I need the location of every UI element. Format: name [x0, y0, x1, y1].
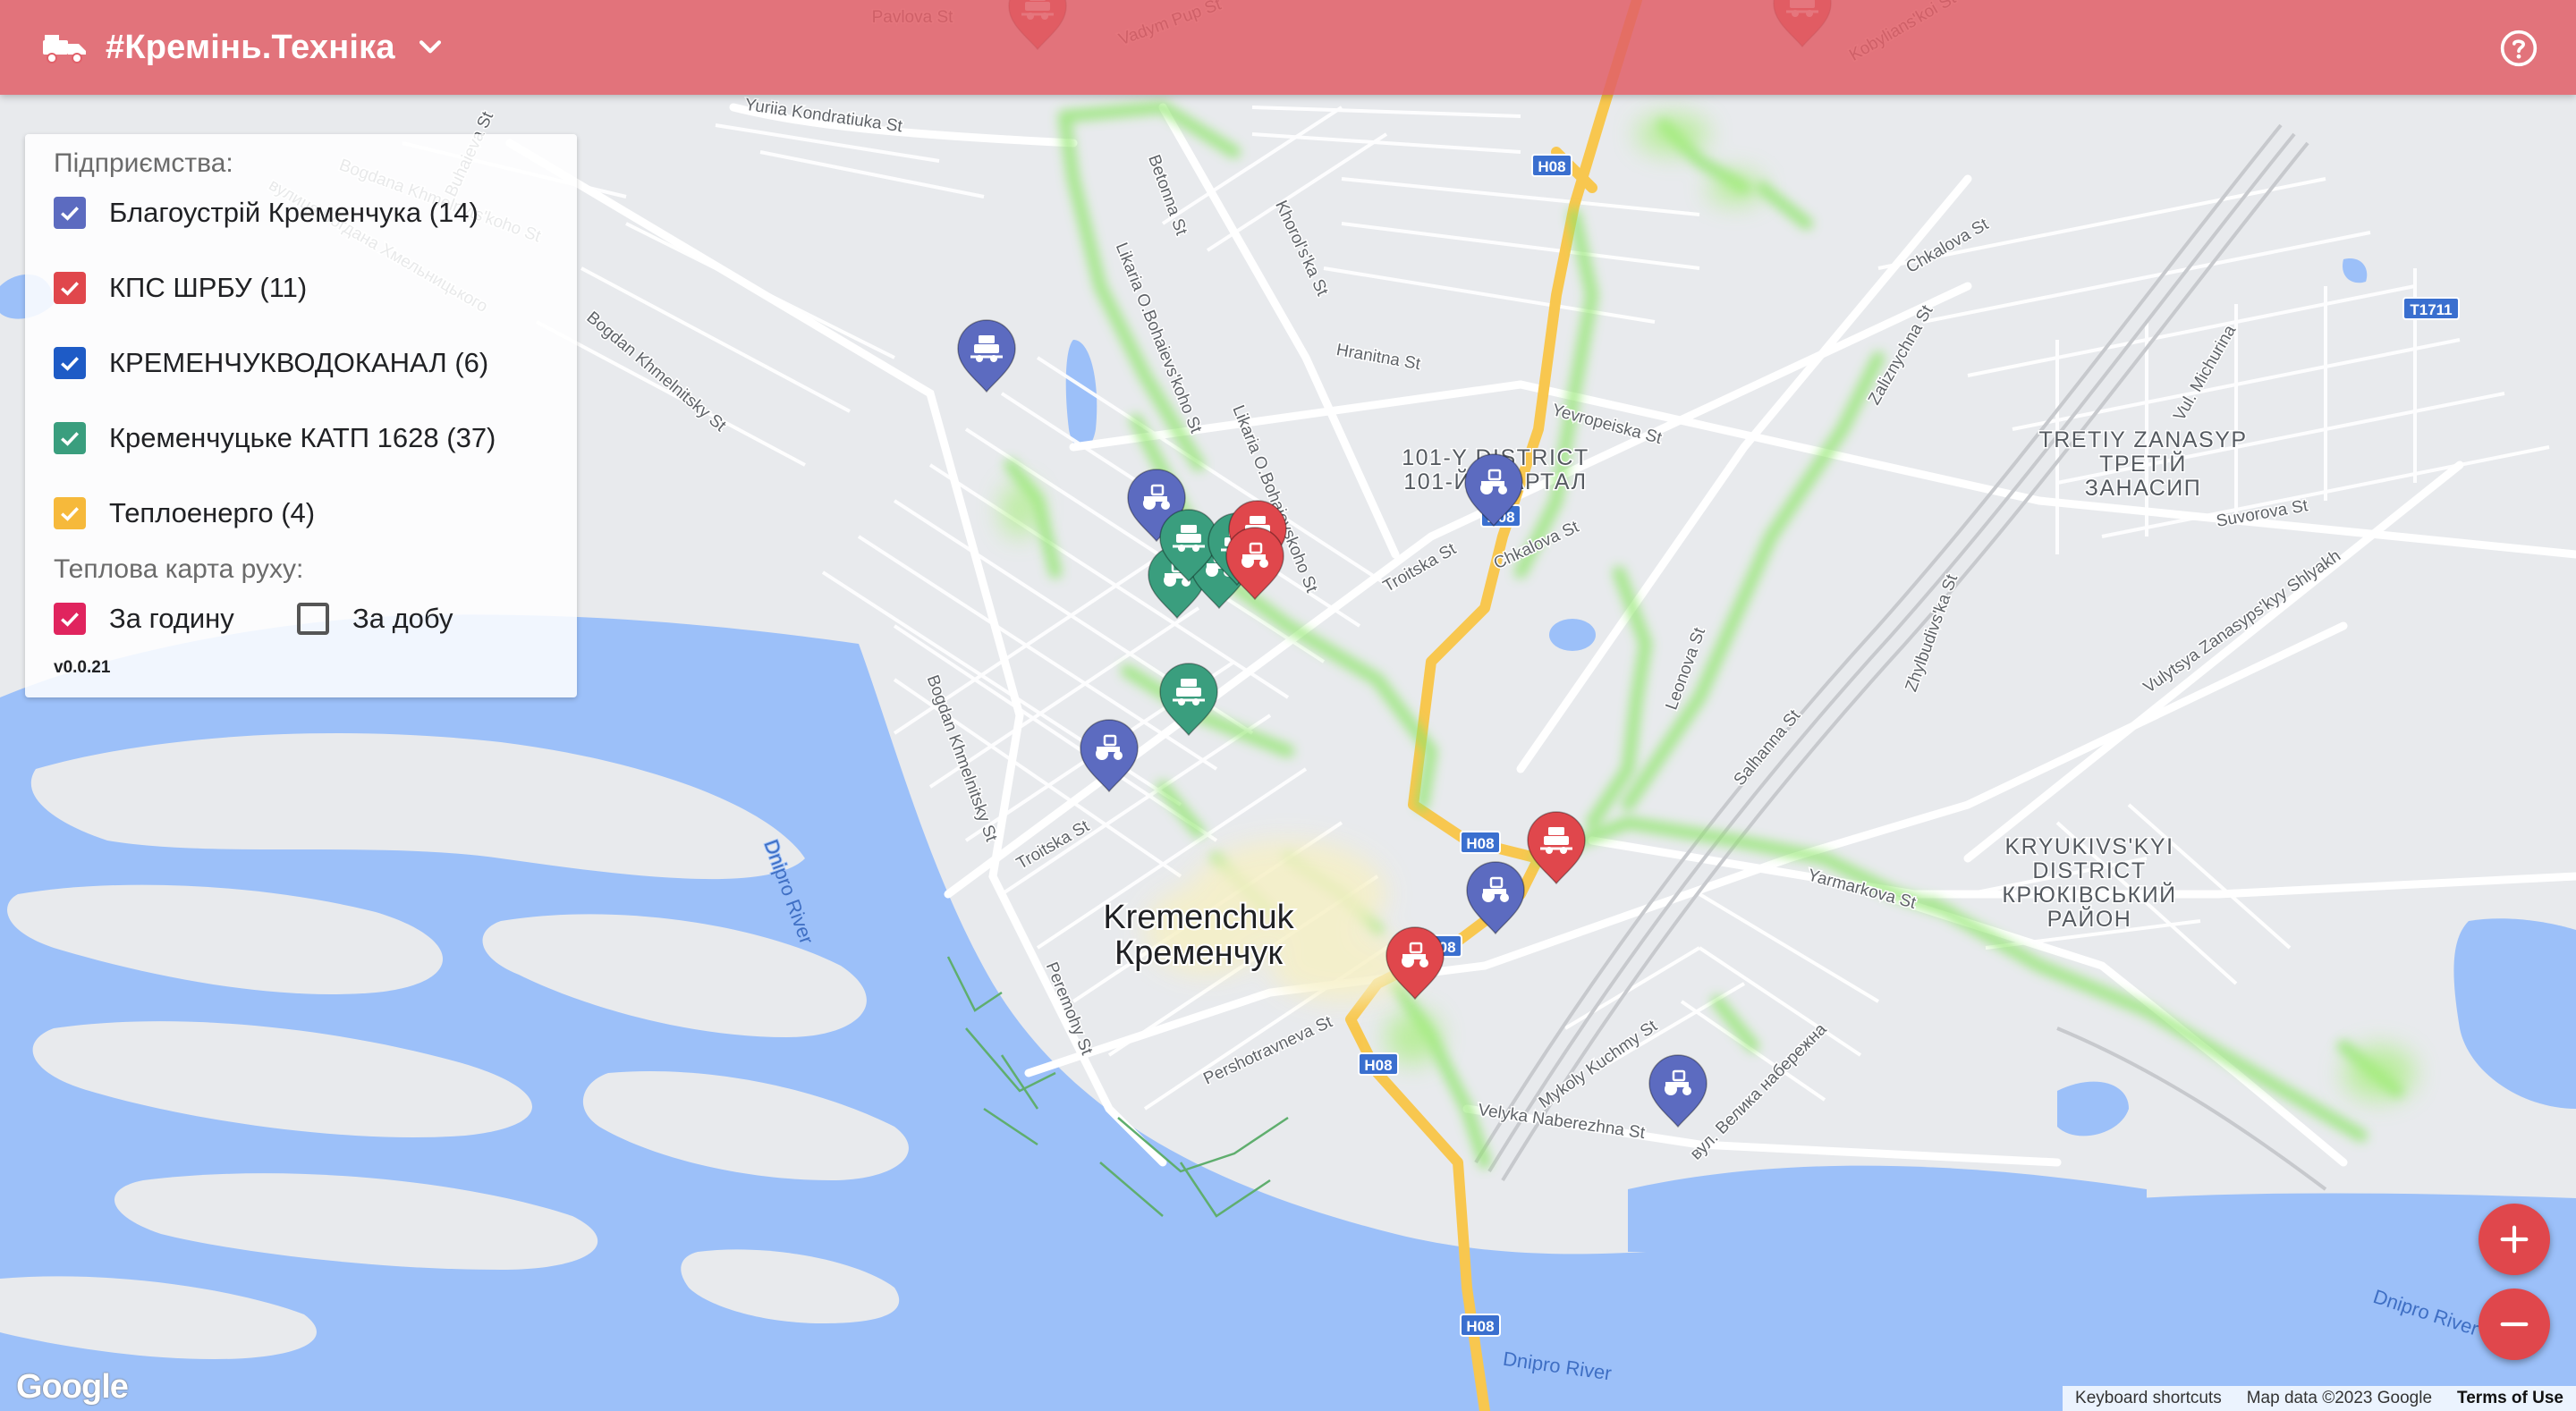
- svg-text:T1711: T1711: [2410, 301, 2452, 318]
- district-label: КРЮКІВСЬКИЙ: [2002, 881, 2176, 908]
- heatmap-day-option[interactable]: За добу: [297, 603, 453, 635]
- company-label: Кременчуцьке КАТП 1628 (37): [109, 422, 496, 453]
- app-title[interactable]: #Кремінь.Техніка: [106, 29, 395, 67]
- district-label: РАЙОН: [2047, 905, 2132, 932]
- check-icon: [61, 432, 80, 446]
- district-label: KRYUKIVS'KYI: [2004, 834, 2174, 859]
- heatmap-day-checkbox[interactable]: [297, 603, 329, 635]
- district-label: ТРЕТІЙ: [2099, 450, 2187, 477]
- heatmap-hour-label: За годину: [109, 603, 234, 634]
- truck-icon[interactable]: [41, 30, 88, 65]
- city-label: Кременчук: [1114, 934, 1283, 972]
- svg-text:H08: H08: [1466, 835, 1494, 852]
- company-label: Благоустрій Кременчука (14): [109, 197, 479, 228]
- company-option-vodokanal[interactable]: КРЕМЕНЧУКВОДОКАНАЛ (6): [54, 347, 488, 379]
- zoom-in-button[interactable]: [2479, 1204, 2550, 1275]
- district-label: ЗАНАСИП: [2085, 476, 2201, 501]
- minus-icon: [2500, 1322, 2529, 1327]
- heatmap-hour-checkbox[interactable]: [54, 603, 86, 635]
- svg-text:H08: H08: [1364, 1057, 1392, 1074]
- svg-text:H08: H08: [1538, 158, 1565, 175]
- keyboard-shortcuts-link[interactable]: Keyboard shortcuts: [2063, 1389, 2234, 1408]
- road-shield: H08: [1358, 1052, 1399, 1076]
- road-shield: H08: [1531, 154, 1572, 177]
- company-label: КРЕМЕНЧУКВОДОКАНАЛ (6): [109, 347, 489, 378]
- plus-icon: [2500, 1225, 2529, 1254]
- check-icon: [61, 507, 80, 521]
- check-icon: [61, 282, 80, 296]
- road-shield: H08: [1460, 831, 1501, 854]
- company-option-blahoustrii[interactable]: Благоустрій Кременчука (14): [54, 197, 479, 229]
- svg-text:H08: H08: [1466, 1318, 1494, 1335]
- district-label: DISTRICT: [2032, 858, 2146, 883]
- map-attribution: Keyboard shortcuts Map data ©2023 Google…: [2063, 1386, 2576, 1411]
- map-data-text: Map data ©2023 Google: [2246, 1389, 2433, 1407]
- company-label: КПС ШРБУ (11): [109, 272, 308, 303]
- district-label: TRETIY ZANASYP: [2038, 427, 2247, 452]
- help-circle-icon[interactable]: [2499, 29, 2538, 68]
- company-option-katp[interactable]: Кременчуцьке КАТП 1628 (37): [54, 422, 496, 454]
- company-checkbox[interactable]: [54, 497, 86, 529]
- check-icon: [61, 357, 80, 371]
- company-option-kps-shrbu[interactable]: КПС ШРБУ (11): [54, 272, 307, 304]
- company-option-teploenergo[interactable]: Теплоенерго (4): [54, 497, 315, 529]
- road-shield: T1711: [2402, 297, 2460, 320]
- road-shield: H08: [1460, 1314, 1501, 1337]
- heatmap-heading: Теплова карта руху:: [54, 554, 304, 584]
- company-checkbox[interactable]: [54, 272, 86, 304]
- zoom-out-button[interactable]: [2479, 1288, 2550, 1360]
- filter-panel: Підприємства: Благоустрій Кременчука (14…: [25, 134, 577, 697]
- companies-heading: Підприємства:: [54, 148, 233, 178]
- check-icon: [61, 207, 80, 221]
- heatmap-hour-option[interactable]: За годину: [54, 603, 234, 635]
- city-label: Kremenchuk: [1103, 899, 1294, 936]
- app-version: v0.0.21: [54, 658, 111, 677]
- chevron-down-icon[interactable]: [415, 32, 445, 63]
- check-icon: [61, 613, 80, 627]
- heatmap-day-label: За добу: [352, 603, 453, 634]
- company-checkbox[interactable]: [54, 347, 86, 379]
- top-app-bar: #Кремінь.Техніка: [0, 0, 2576, 95]
- company-checkbox[interactable]: [54, 422, 86, 454]
- company-checkbox[interactable]: [54, 197, 86, 229]
- terms-of-use-link[interactable]: Terms of Use: [2445, 1389, 2576, 1408]
- company-label: Теплоенерго (4): [109, 497, 316, 528]
- google-logo[interactable]: Google: [16, 1368, 129, 1407]
